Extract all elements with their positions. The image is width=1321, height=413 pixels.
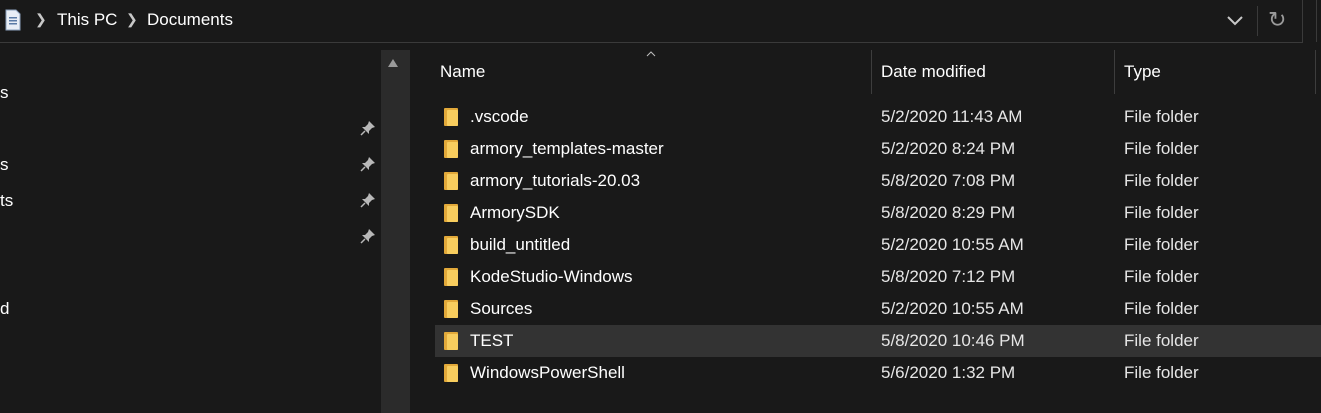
file-type: File folder bbox=[1124, 267, 1199, 286]
nav-item-label[interactable]: s bbox=[0, 155, 9, 175]
file-row[interactable]: ArmorySDK 5/8/2020 8:29 PM File folder bbox=[435, 197, 1321, 229]
file-row[interactable]: KodeStudio-Windows 5/8/2020 7:12 PM File… bbox=[435, 261, 1321, 293]
folder-icon bbox=[444, 300, 458, 318]
column-header-type[interactable]: Type bbox=[1115, 50, 1315, 94]
file-type: File folder bbox=[1124, 107, 1199, 126]
column-header-label: Name bbox=[440, 62, 486, 81]
column-header-label: Type bbox=[1124, 62, 1161, 81]
file-date: 5/2/2020 11:43 AM bbox=[881, 107, 1023, 126]
folder-icon bbox=[444, 364, 458, 382]
file-type: File folder bbox=[1124, 203, 1199, 222]
file-type: File folder bbox=[1124, 331, 1199, 350]
nav-pane-scrollbar[interactable] bbox=[381, 50, 406, 413]
file-type: File folder bbox=[1124, 171, 1199, 190]
file-name: .vscode bbox=[470, 107, 529, 126]
file-row[interactable]: .vscode 5/2/2020 11:43 AM File folder bbox=[435, 101, 1321, 133]
breadcrumb-this-pc[interactable]: This PC bbox=[57, 10, 117, 30]
file-name: build_untitled bbox=[470, 235, 571, 254]
file-date: 5/8/2020 7:12 PM bbox=[881, 267, 1016, 286]
file-list: Name Date modified Type .vscode 5/2/2020… bbox=[410, 50, 1321, 413]
breadcrumb-documents[interactable]: Documents bbox=[147, 10, 233, 30]
nav-item-label[interactable]: ts bbox=[0, 191, 13, 211]
file-date: 5/6/2020 1:32 PM bbox=[881, 363, 1016, 382]
file-row[interactable]: armory_templates-master 5/2/2020 8:24 PM… bbox=[435, 133, 1321, 165]
search-box-edge[interactable] bbox=[1316, 0, 1321, 42]
address-divider bbox=[1257, 6, 1258, 36]
scroll-up-arrow-icon[interactable] bbox=[387, 58, 399, 68]
file-name: WindowsPowerShell bbox=[470, 363, 625, 382]
folder-icon bbox=[444, 172, 458, 190]
file-name: armory_tutorials-20.03 bbox=[470, 171, 641, 190]
pin-icon[interactable] bbox=[360, 156, 376, 172]
file-name: Sources bbox=[470, 299, 533, 318]
sort-ascending-icon bbox=[646, 51, 656, 57]
folder-icon bbox=[444, 332, 458, 350]
file-name: TEST bbox=[470, 331, 514, 350]
pin-icon[interactable] bbox=[360, 120, 376, 136]
file-date: 5/2/2020 10:55 AM bbox=[881, 235, 1024, 254]
file-name: armory_templates-master bbox=[470, 139, 664, 158]
folder-icon bbox=[444, 108, 458, 126]
chevron-down-icon[interactable] bbox=[1224, 9, 1246, 31]
file-type: File folder bbox=[1124, 139, 1199, 158]
refresh-icon[interactable]: ↻ bbox=[1268, 7, 1286, 33]
pin-icon[interactable] bbox=[360, 228, 376, 244]
folder-icon bbox=[444, 204, 458, 222]
column-header-name[interactable]: Name bbox=[410, 50, 871, 94]
file-row-selected[interactable]: TEST 5/8/2020 10:46 PM File folder bbox=[435, 325, 1321, 357]
navigation-pane: s s ts d bbox=[0, 50, 381, 413]
document-icon bbox=[5, 9, 21, 31]
file-name: KodeStudio-Windows bbox=[470, 267, 633, 286]
file-date: 5/2/2020 8:24 PM bbox=[881, 139, 1016, 158]
file-date: 5/8/2020 8:29 PM bbox=[881, 203, 1016, 222]
file-date: 5/2/2020 10:55 AM bbox=[881, 299, 1024, 318]
file-row[interactable]: armory_tutorials-20.03 5/8/2020 7:08 PM … bbox=[435, 165, 1321, 197]
file-name: ArmorySDK bbox=[470, 203, 560, 222]
file-type: File folder bbox=[1124, 299, 1199, 318]
column-header-date[interactable]: Date modified bbox=[872, 50, 1114, 94]
column-header-label: Date modified bbox=[881, 62, 986, 81]
file-type: File folder bbox=[1124, 235, 1199, 254]
file-row[interactable]: build_untitled 5/2/2020 10:55 AM File fo… bbox=[435, 229, 1321, 261]
file-date: 5/8/2020 10:46 PM bbox=[881, 331, 1025, 350]
pin-icon[interactable] bbox=[360, 192, 376, 208]
file-row[interactable]: Sources 5/2/2020 10:55 AM File folder bbox=[435, 293, 1321, 325]
file-type: File folder bbox=[1124, 363, 1199, 382]
file-row[interactable]: WindowsPowerShell 5/6/2020 1:32 PM File … bbox=[435, 357, 1321, 389]
address-bar[interactable]: ❯ This PC ❯ Documents ↻ bbox=[0, 0, 1303, 43]
nav-item-label[interactable]: s bbox=[0, 83, 9, 103]
column-divider bbox=[1315, 50, 1316, 94]
breadcrumb-separator-icon[interactable]: ❯ bbox=[126, 11, 138, 28]
folder-icon bbox=[444, 236, 458, 254]
breadcrumb-separator-icon[interactable]: ❯ bbox=[35, 11, 47, 28]
nav-item-label[interactable]: d bbox=[0, 299, 9, 319]
folder-icon bbox=[444, 140, 458, 158]
file-date: 5/8/2020 7:08 PM bbox=[881, 171, 1016, 190]
folder-icon bbox=[444, 268, 458, 286]
